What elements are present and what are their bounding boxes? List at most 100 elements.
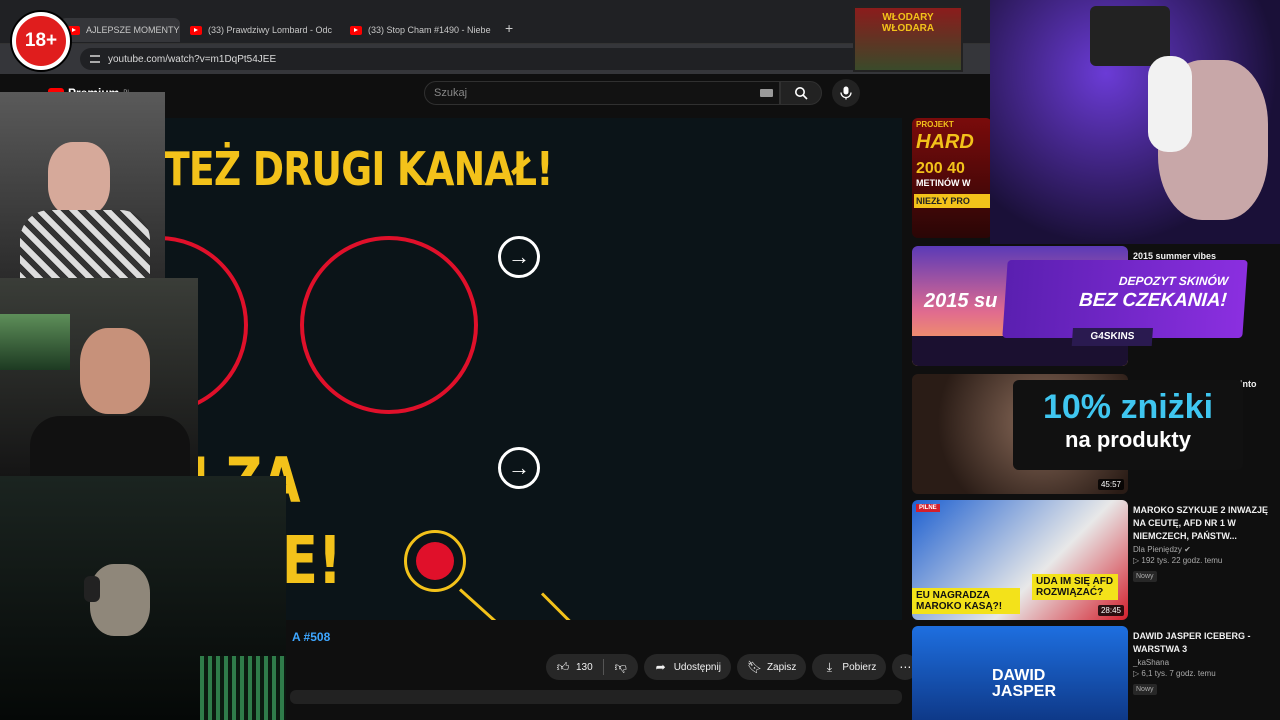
recommendation-item[interactable]: DAWID JASPER DAWID JASPER ICEBERG - WARS… xyxy=(910,626,1280,720)
thumb-text: PROJEKT xyxy=(916,120,954,129)
webcam-streamer-3 xyxy=(0,476,286,720)
thumb-text: EU NAGRADZA MAROKO KASĄ?! xyxy=(912,588,1020,614)
thumb-text: 200 40 xyxy=(916,160,965,177)
tab-label: (33) Stop Cham #1490 - Niebe xyxy=(368,25,491,35)
webcam-streamer-2 xyxy=(0,278,198,476)
thumb-text: METINÓW W xyxy=(916,178,971,188)
new-badge: Nowy xyxy=(1133,571,1157,582)
face xyxy=(80,328,150,414)
skins-ad-line2: BEZ CZEKANIA! xyxy=(1078,290,1228,311)
discount-promo: 10% zniżki na produkty xyxy=(1013,380,1243,470)
thumb-text: DAWID xyxy=(992,667,1046,684)
video-meta: MAROKO SZYKUJE 2 INWAZJĘ NA CEUTĘ, AFD N… xyxy=(1133,504,1273,583)
video-actions: 👍︎ 130 👎︎ ➦ Udostępnij 🔖︎ Zapisz ⤓ Pobie… xyxy=(546,654,919,680)
promo-subline: na produkty xyxy=(1065,427,1191,452)
channel-label: Dla Pieniędzy xyxy=(1133,545,1182,554)
views-text: 192 tys. 22 godz. temu xyxy=(1141,556,1223,565)
video-meta: DAWID JASPER ICEBERG - WARSTWA 3 _kaShan… xyxy=(1133,630,1273,696)
views-text: 6,1 tys. 7 godz. temu xyxy=(1141,669,1216,678)
webcam-streamer-main xyxy=(990,0,1280,244)
thumb-text: JASPER xyxy=(992,683,1057,700)
search-icon xyxy=(795,87,808,100)
description-box[interactable] xyxy=(290,690,902,704)
divider xyxy=(602,659,604,675)
video-headline-text: TEŻ DRUGI KANAŁ! xyxy=(164,142,553,196)
new-badge: Nowy xyxy=(1133,684,1157,695)
tab-label: (33) Prawdziwy Lombard - Odc xyxy=(208,25,333,35)
record-button-graphic xyxy=(404,530,466,592)
video-title[interactable]: MAROKO SZYKUJE 2 INWAZJĘ NA CEUTĘ, AFD N… xyxy=(1133,504,1273,543)
duration-badge: 28:45 xyxy=(1097,605,1124,616)
vinyl-decor xyxy=(1090,6,1170,66)
thumbs-down-icon[interactable]: 👎︎ xyxy=(614,660,628,675)
microphone-icon xyxy=(840,86,852,100)
banner-title: WŁODARY WŁODARA xyxy=(881,12,935,34)
voice-search-button[interactable] xyxy=(832,79,860,107)
magnifier-handle xyxy=(540,592,573,620)
keyboard-rgb xyxy=(200,656,286,720)
url-field[interactable]: youtube.com/watch?v=m1DqPt54JEE xyxy=(80,48,960,70)
download-label: Pobierz xyxy=(842,661,877,673)
webcam-streamer-1 xyxy=(0,92,165,278)
age-rating-badge: 18+ xyxy=(12,12,70,70)
promo-headline: 10% zniżki xyxy=(1042,388,1214,426)
face xyxy=(48,142,110,216)
tab-lombard[interactable]: (33) Prawdziwy Lombard - Odc ✕ xyxy=(190,18,338,42)
thumb-text: UDA IM SIĘ AFD ROZWIĄZAĆ? xyxy=(1032,574,1118,600)
recommendation-item[interactable]: PILNE EU NAGRADZA MAROKO KASĄ?! UDA IM S… xyxy=(910,500,1280,622)
browser-tab-bar: AJLEPSZE MOMENTY PO ✕ (33) Prawdziwy Lom… xyxy=(0,0,990,44)
url-text: youtube.com/watch?v=m1DqPt54JEE xyxy=(108,53,277,65)
red-circle-decoration xyxy=(300,236,478,414)
tab-stop-cham[interactable]: (33) Stop Cham #1490 - Niebe ✕ xyxy=(350,18,495,42)
verified-icon: ✔ xyxy=(1184,545,1191,554)
tab-active[interactable]: AJLEPSZE MOMENTY PO ✕ xyxy=(60,18,180,42)
download-button[interactable]: ⤓ Pobierz xyxy=(812,654,887,680)
share-label: Udostępnij xyxy=(673,661,721,673)
save-label: Zapisz xyxy=(766,661,797,673)
channel-name[interactable]: _kaShana xyxy=(1133,658,1273,667)
share-button[interactable]: ➦ Udostępnij xyxy=(643,654,731,680)
youtube-icon xyxy=(350,25,362,35)
share-icon: ➦ xyxy=(655,660,666,674)
shirt xyxy=(30,416,190,476)
view-stats: ▷ 192 tys. 22 godz. temu xyxy=(1133,556,1273,565)
thumb-text-group: DAWID JASPER xyxy=(992,668,1056,700)
video-hashtag-link[interactable]: A #508 xyxy=(292,630,330,644)
skins-ad-banner: DEPOZYT SKINÓW BEZ CZEKANIA! G4SKINS xyxy=(1002,260,1248,346)
thumbs-up-icon[interactable]: 👍︎ xyxy=(556,660,570,675)
skins-ad-line1: DEPOZYT SKINÓW xyxy=(1118,274,1229,288)
site-settings-icon[interactable] xyxy=(90,55,100,63)
shirt xyxy=(20,210,150,278)
magnifier-handle xyxy=(458,588,497,620)
stream-banner: WŁODARY WŁODARA xyxy=(853,6,963,72)
face xyxy=(90,564,150,636)
thumb-text: PILNE xyxy=(916,504,940,512)
save-button[interactable]: 🔖︎ Zapisz xyxy=(736,654,807,680)
duration-badge: 45:57 xyxy=(1097,479,1124,490)
youtube-icon xyxy=(68,25,80,35)
like-dislike-group: 👍︎ 130 👎︎ xyxy=(546,654,638,680)
channel-name[interactable]: Dla Pieniędzy ✔ xyxy=(1133,545,1273,554)
thumb-text: HARD xyxy=(916,131,974,153)
search-input[interactable]: Szukaj xyxy=(424,81,780,105)
video-thumbnail[interactable]: DAWID JASPER xyxy=(912,626,1128,720)
search-button[interactable] xyxy=(780,81,822,105)
youtube-icon xyxy=(190,25,202,35)
address-bar-row: youtube.com/watch?v=m1DqPt54JEE xyxy=(0,44,990,74)
new-tab-button[interactable]: + xyxy=(505,20,513,36)
thumb-text: NIEZŁY PRO xyxy=(914,194,990,208)
video-title[interactable]: DAWID JASPER ICEBERG - WARSTWA 3 xyxy=(1133,630,1273,656)
headphones-icon xyxy=(84,576,100,602)
video-thumbnail[interactable]: PROJEKT HARD 200 40 METINÓW W NIEZŁY PRO xyxy=(912,118,992,238)
keyboard-icon[interactable] xyxy=(760,89,773,97)
thumb-text: 2015 su xyxy=(924,290,998,312)
tab-label: AJLEPSZE MOMENTY PO xyxy=(86,25,180,35)
aquarium xyxy=(0,314,70,370)
skins-brand-logo: G4SKINS xyxy=(1071,328,1153,346)
arrow-right-icon: → xyxy=(498,447,540,489)
view-stats: ▷ 6,1 tys. 7 godz. temu xyxy=(1133,669,1273,678)
download-icon: ⤓ xyxy=(826,659,833,674)
bookmark-icon: 🔖︎ xyxy=(746,660,763,674)
like-count[interactable]: 130 xyxy=(576,662,593,673)
video-thumbnail[interactable]: PILNE EU NAGRADZA MAROKO KASĄ?! UDA IM S… xyxy=(912,500,1128,620)
